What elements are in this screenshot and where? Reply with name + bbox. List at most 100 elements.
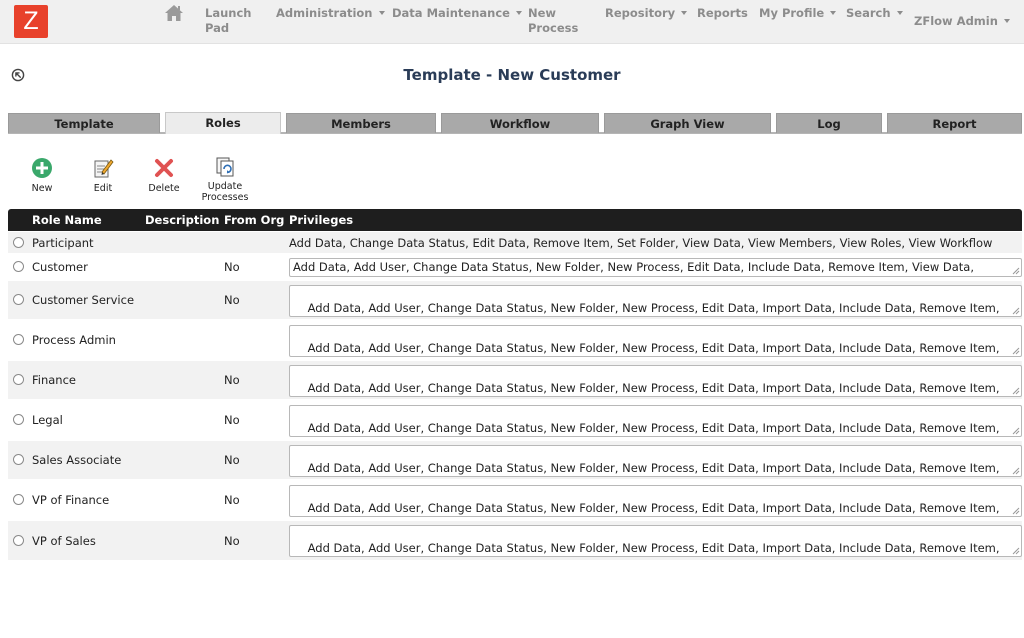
nav-user-label: ZFlow Admin: [914, 14, 998, 28]
update-processes-label-line2: Processes: [201, 192, 249, 203]
privileges-value: Add Data, Add User, Change Data Status, …: [293, 341, 1000, 356]
tab-roles[interactable]: Roles: [165, 112, 281, 134]
privileges-textarea[interactable]: Add Data, Add User, Change Data Status, …: [289, 258, 1022, 277]
chevron-down-icon: [515, 10, 522, 15]
nav-search[interactable]: Search: [846, 6, 903, 50]
nav-user-menu[interactable]: ZFlow Admin: [914, 14, 1010, 58]
from-org: No: [224, 493, 240, 507]
nav-reports[interactable]: Reports: [697, 6, 748, 50]
table-row[interactable]: Sales Associate No Add Data, Add User, C…: [8, 441, 1022, 480]
row-select-radio[interactable]: [13, 535, 24, 546]
privileges-textarea[interactable]: Add Data, Add User, Change Data Status, …: [289, 485, 1022, 517]
nav-data-maintenance-label: Data Maintenance: [392, 6, 510, 20]
nav-administration[interactable]: Administration: [276, 6, 385, 50]
tab-members[interactable]: Members: [286, 113, 436, 133]
row-select-radio[interactable]: [13, 261, 24, 272]
role-name: Customer: [32, 260, 88, 274]
table-row[interactable]: VP of Finance No Add Data, Add User, Cha…: [8, 481, 1022, 520]
table-row[interactable]: Participant Add Data, Change Data Status…: [8, 232, 1022, 254]
column-header-description[interactable]: Description: [145, 209, 219, 231]
privileges-value: Add Data, Add User, Change Data Status, …: [293, 301, 1000, 316]
new-button[interactable]: New: [12, 157, 72, 194]
row-select-radio[interactable]: [13, 494, 24, 505]
privileges-value: Add Data, Add User, Change Data Status, …: [293, 541, 1000, 556]
add-circle-icon: [32, 158, 52, 178]
tab-workflow[interactable]: Workflow: [441, 113, 599, 133]
nav-administration-label: Administration: [276, 6, 373, 20]
home-icon[interactable]: [164, 4, 184, 22]
nav-launch-pad[interactable]: Launch Pad: [205, 6, 251, 50]
delete-x-icon: [155, 159, 173, 177]
nav-my-profile[interactable]: My Profile: [759, 6, 837, 50]
resize-grip-icon[interactable]: [1012, 427, 1020, 435]
tab-report[interactable]: Report: [887, 113, 1022, 133]
nav-new-process[interactable]: New Process: [528, 6, 578, 50]
role-name: Customer Service: [32, 293, 135, 307]
tab-template[interactable]: Template: [8, 113, 160, 133]
from-org: No: [224, 534, 240, 548]
resize-grip-icon[interactable]: [1012, 547, 1020, 555]
chevron-down-icon: [830, 10, 837, 15]
app-logo[interactable]: Z: [14, 5, 48, 38]
role-name: Participant: [32, 236, 94, 250]
row-select-radio[interactable]: [13, 414, 24, 425]
edit-button[interactable]: Edit: [73, 157, 133, 194]
nav-reports-label: Reports: [697, 6, 748, 20]
row-select-radio[interactable]: [13, 334, 24, 345]
privileges-text: Add Data, Change Data Status, Edit Data,…: [289, 236, 993, 250]
from-org: No: [224, 293, 240, 307]
table-row[interactable]: Process Admin Add Data, Add User, Change…: [8, 321, 1022, 360]
top-nav-bar: Z Launch Pad Administration Data Mainten…: [0, 0, 1024, 44]
role-name: Finance: [32, 373, 76, 387]
column-header-from-org[interactable]: From Org: [224, 209, 284, 231]
column-header-role-name[interactable]: Role Name: [32, 209, 102, 231]
privileges-textarea[interactable]: Add Data, Add User, Change Data Status, …: [289, 285, 1022, 317]
resize-grip-icon[interactable]: [1012, 267, 1020, 275]
role-name: Sales Associate: [32, 453, 122, 467]
privileges-value: Add Data, Add User, Change Data Status, …: [293, 260, 975, 274]
privileges-textarea[interactable]: Add Data, Add User, Change Data Status, …: [289, 525, 1022, 557]
nav-launch-pad-line1: Launch: [205, 6, 252, 20]
from-org: No: [224, 373, 240, 387]
nav-launch-pad-line2: Pad: [205, 21, 230, 35]
roles-table-header: Role Name Description From Org Privilege…: [8, 209, 1022, 231]
chevron-down-icon: [1003, 18, 1010, 23]
row-select-radio[interactable]: [13, 454, 24, 465]
resize-grip-icon[interactable]: [1012, 467, 1020, 475]
privileges-textarea[interactable]: Add Data, Add User, Change Data Status, …: [289, 405, 1022, 437]
role-name: VP of Finance: [32, 493, 110, 507]
nav-new-process-line1: New: [528, 6, 557, 20]
chevron-down-icon: [681, 10, 688, 15]
row-select-radio[interactable]: [13, 237, 24, 248]
column-header-privileges[interactable]: Privileges: [289, 209, 353, 231]
nav-data-maintenance[interactable]: Data Maintenance: [392, 6, 522, 50]
nav-search-label: Search: [846, 6, 891, 20]
resize-grip-icon[interactable]: [1012, 307, 1020, 315]
privileges-textarea[interactable]: Add Data, Add User, Change Data Status, …: [289, 325, 1022, 357]
row-select-radio[interactable]: [13, 374, 24, 385]
table-row[interactable]: Finance No Add Data, Add User, Change Da…: [8, 361, 1022, 400]
resize-grip-icon[interactable]: [1012, 387, 1020, 395]
table-row[interactable]: Customer No Add Data, Add User, Change D…: [8, 255, 1022, 280]
new-button-label: New: [31, 183, 53, 194]
delete-button-label: Delete: [148, 183, 180, 194]
privileges-textarea[interactable]: Add Data, Add User, Change Data Status, …: [289, 365, 1022, 397]
row-select-radio[interactable]: [13, 294, 24, 305]
resize-grip-icon[interactable]: [1012, 347, 1020, 355]
table-row[interactable]: VP of Sales No Add Data, Add User, Chang…: [8, 521, 1022, 561]
tab-log[interactable]: Log: [776, 113, 882, 133]
resize-grip-icon[interactable]: [1012, 507, 1020, 515]
update-processes-label-line1: Update: [207, 181, 243, 192]
role-name: VP of Sales: [32, 534, 96, 548]
tab-graph-view[interactable]: Graph View: [604, 113, 771, 133]
nav-repository-label: Repository: [605, 6, 676, 20]
update-processes-button[interactable]: Update Processes: [195, 156, 255, 203]
role-name: Process Admin: [32, 333, 116, 347]
nav-repository[interactable]: Repository: [605, 6, 688, 50]
privileges-textarea[interactable]: Add Data, Add User, Change Data Status, …: [289, 445, 1022, 477]
table-row[interactable]: Legal No Add Data, Add User, Change Data…: [8, 401, 1022, 440]
edit-pencil-icon: [94, 159, 114, 178]
table-row[interactable]: Customer Service No Add Data, Add User, …: [8, 281, 1022, 320]
delete-button[interactable]: Delete: [134, 157, 194, 194]
refresh-document-icon: [216, 157, 234, 177]
